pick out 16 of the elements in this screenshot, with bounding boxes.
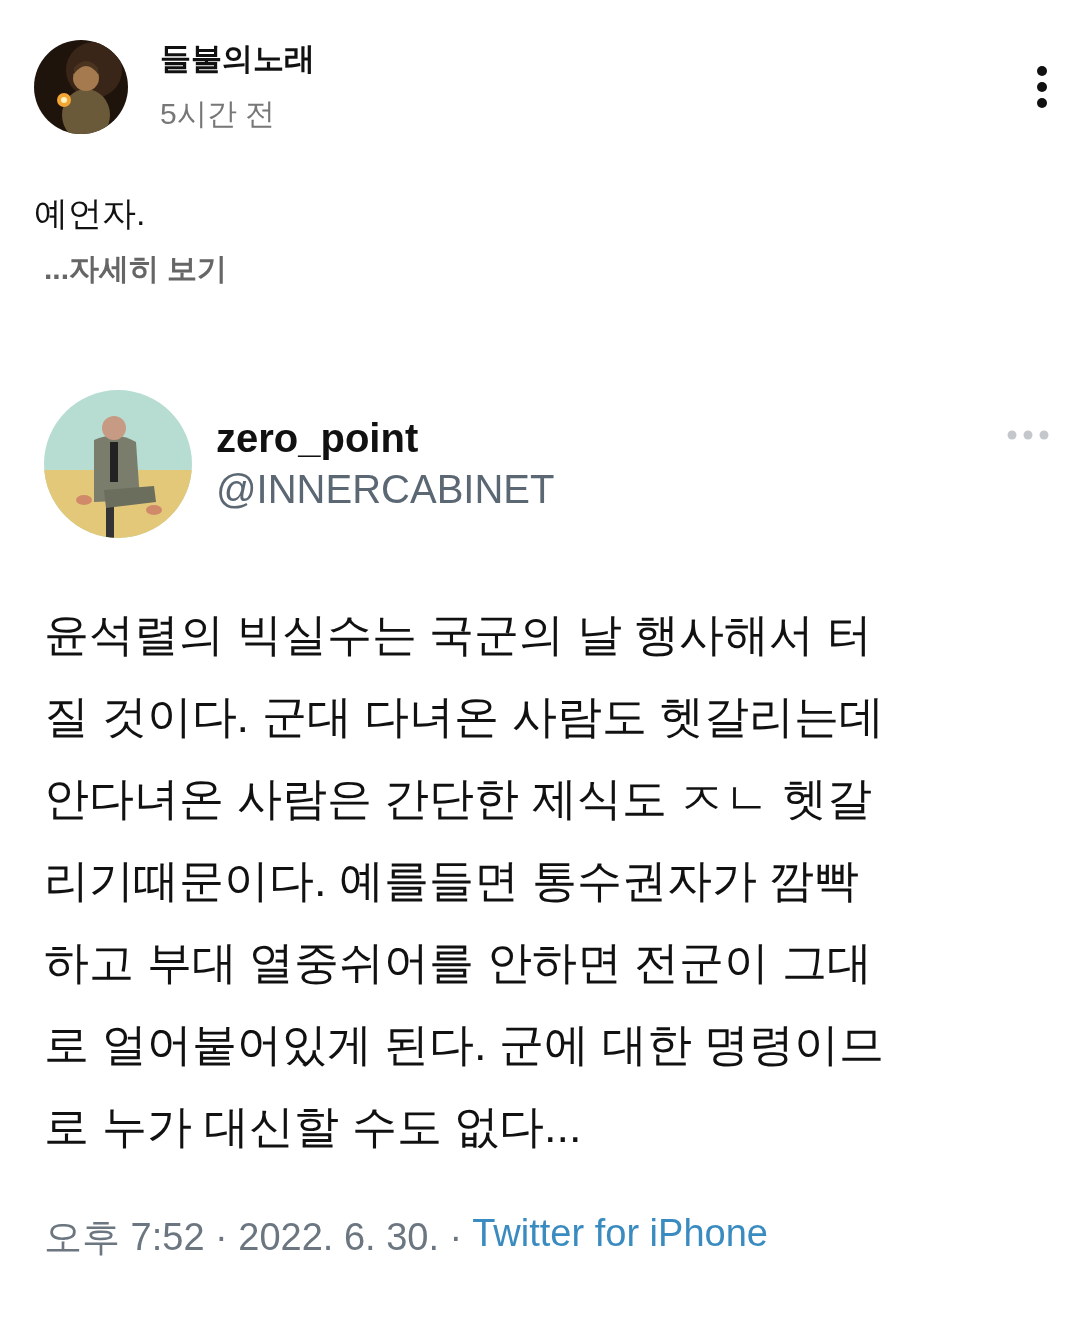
tweet-text-line: 로 누가 대신할 수도 없다...	[44, 1100, 583, 1154]
tweet-timestamp: 오후 7:52 · 2022. 6. 30. ·	[44, 1215, 463, 1260]
tweet-text-line: 로 얼어붙어있게 된다. 군에 대한 명령이므	[44, 1018, 885, 1072]
post-text: 예언자.	[34, 193, 147, 234]
tweet-text-line: 안다녀온 사람은 간단한 제식도 ㅈㄴ 헷갈	[44, 772, 873, 826]
account-handle[interactable]: @INNERCABINET	[216, 467, 1007, 512]
tweet-text-line: 하고 부대 열중쉬어를 안하면 전군이 그대	[44, 936, 873, 990]
post-time: 5시간 전	[160, 96, 277, 132]
source-link[interactable]: Twitter for iPhone	[472, 1212, 768, 1263]
tweet-text-line: 질 것이다. 군대 다녀온 사람도 헷갈리는데	[44, 690, 885, 744]
tweet-text-line: 윤석렬의 빅실수는 국군의 날 행사해서 터	[44, 608, 873, 662]
tweet-text-line: 리기때문이다. 예를들면 통수권자가 깜빡	[44, 854, 860, 908]
author-name[interactable]: 들불의노래	[160, 38, 1035, 80]
account-name[interactable]: zero_point	[216, 416, 1007, 461]
more-options-icon[interactable]	[1035, 64, 1049, 109]
see-more-link[interactable]: ...자세히 보기	[44, 249, 228, 290]
